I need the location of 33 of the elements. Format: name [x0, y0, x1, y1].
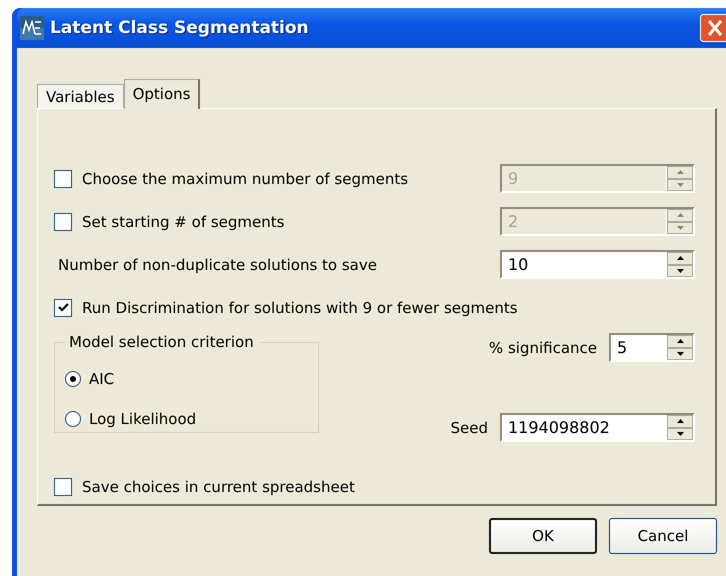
spinner-field[interactable]: 5	[609, 333, 695, 362]
checkbox-label: Choose the maximum number of segments	[82, 170, 408, 188]
ok-button[interactable]: OK	[489, 518, 597, 554]
checkbox[interactable]	[54, 170, 72, 188]
group-title: Model selection criterion	[68, 333, 255, 351]
radio-button[interactable]	[65, 411, 81, 427]
window-title: Latent Class Segmentation	[50, 18, 309, 38]
spinner-field[interactable]: 1194098802	[500, 413, 695, 442]
checkbox-label: Run Discrimination for solutions with 9 or fewer segments	[82, 298, 518, 316]
radio-label: AIC	[89, 370, 114, 388]
spinner-field[interactable]: 10	[500, 250, 695, 279]
app-logo-icon	[20, 16, 44, 40]
checkmark-icon	[56, 301, 70, 314]
checkbox[interactable]	[54, 298, 72, 316]
field-label: Seed	[450, 418, 488, 436]
up-arrow-icon[interactable]	[676, 256, 684, 260]
radio-label: Log Likelihood	[89, 410, 196, 428]
checkbox[interactable]	[54, 478, 72, 496]
down-arrow-icon[interactable]	[676, 432, 684, 436]
up-arrow-icon[interactable]	[676, 419, 684, 424]
tab[interactable]: Variables	[37, 84, 124, 108]
up-arrow-icon[interactable]	[676, 339, 684, 344]
down-arrow-icon[interactable]	[676, 268, 684, 273]
tab[interactable]: Options	[124, 79, 200, 109]
close-icon[interactable]	[700, 14, 726, 42]
checkbox[interactable]	[54, 212, 72, 230]
down-arrow-icon[interactable]	[676, 352, 684, 356]
cancel-button[interactable]: Cancel	[609, 518, 717, 554]
radio-button[interactable]	[65, 371, 81, 387]
checkbox-label: Set starting # of segments	[82, 212, 284, 230]
field-label: Number of non-duplicate solutions to save	[57, 256, 377, 274]
field-label: % significance	[488, 338, 597, 356]
checkbox-label: Save choices in current spreadsheet	[82, 478, 355, 496]
